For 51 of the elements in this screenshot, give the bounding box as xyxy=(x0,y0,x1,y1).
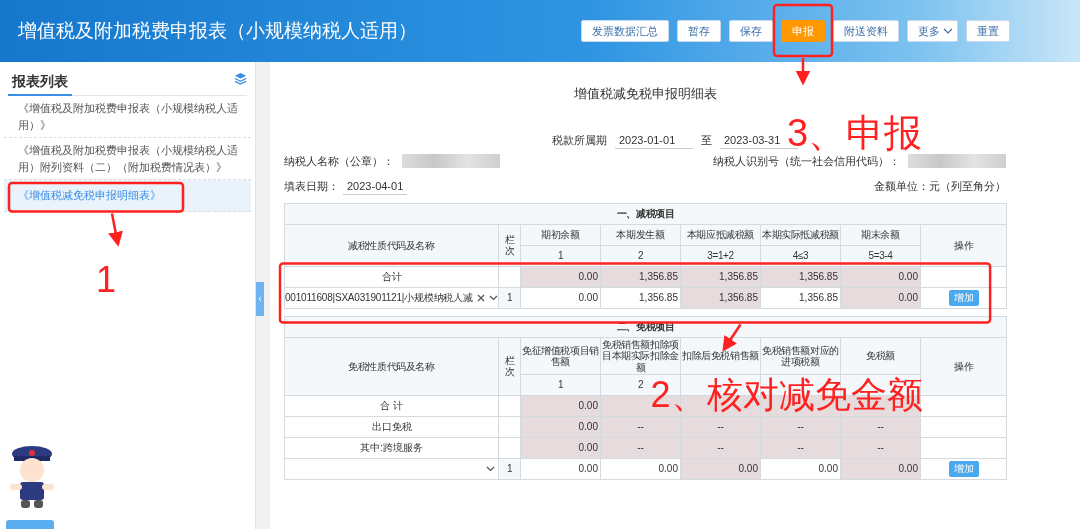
column-header: 免税性质代码及名称 xyxy=(284,337,499,396)
separator-text: 至 xyxy=(701,133,712,148)
amount-field[interactable]: 1,356.85 xyxy=(760,287,841,309)
sidebar-title: 报表列表 xyxy=(8,61,72,96)
amount-field[interactable]: 0.00 xyxy=(760,458,841,480)
date-field[interactable]: 2023-01-01 xyxy=(615,131,693,149)
column-header: 免税销售额对应的进项税额 xyxy=(760,337,841,375)
header-button[interactable]: 发票数据汇总 xyxy=(581,20,669,42)
caret-icon[interactable] xyxy=(486,466,495,472)
annotation-arrow xyxy=(722,323,742,352)
annotation-box xyxy=(772,3,834,58)
column-header: 免征增值税项目销售额 xyxy=(520,337,601,375)
header-button[interactable]: 重置 xyxy=(966,20,1010,42)
amount-field[interactable]: 1,356.85 xyxy=(600,287,681,309)
column-header: 栏次 xyxy=(504,355,515,378)
header-button[interactable]: 附送资料 xyxy=(833,20,899,42)
row-label: 其中:跨境服务 xyxy=(284,437,499,459)
clear-icon[interactable] xyxy=(476,294,485,302)
select-field[interactable] xyxy=(284,458,499,480)
annotation-text: 2、核对减免金额 xyxy=(650,376,923,413)
annotation-arrow xyxy=(108,213,123,247)
amount-field[interactable]: 0.00 xyxy=(520,287,601,309)
row-label: 合计 xyxy=(284,266,499,288)
annotation-arrow xyxy=(795,58,811,86)
field-label: 纳税人识别号（统一社会信用代码）： xyxy=(713,154,900,169)
amount-field[interactable]: 0.00 xyxy=(600,458,681,480)
column-header: 免税额 xyxy=(840,337,921,375)
column-header: 免税销售额扣除项目本期实际扣除金额 xyxy=(600,337,681,375)
layers-icon[interactable] xyxy=(234,72,247,85)
chevron-down-icon xyxy=(943,28,953,34)
header-button[interactable]: 暂存 xyxy=(677,20,721,42)
more-dropdown[interactable]: 更多 xyxy=(907,20,958,42)
row-label: 合 计 xyxy=(284,395,499,417)
page-title: 增值税及附加税费申报表（小规模纳税人适用） xyxy=(18,18,417,43)
field-label: 税款所属期 xyxy=(552,133,607,148)
select-value: 001011608|SXA031901121|小规模纳税人减 xyxy=(285,292,473,304)
field-label: 填表日期： xyxy=(284,179,339,194)
caret-icon[interactable] xyxy=(488,295,498,301)
sidebar-item[interactable]: 《增值税及附加税费申报表（小规模纳税人适用）》 xyxy=(4,96,251,138)
date-field[interactable]: 2023-04-01 xyxy=(343,177,408,195)
column-header: 操作 xyxy=(920,337,1007,396)
section-title: 一、减税项目 xyxy=(284,203,1007,225)
field-label: 纳税人名称（公章）： xyxy=(284,154,394,169)
amount-field[interactable]: 0.00 xyxy=(520,458,601,480)
column-header: 栏次 xyxy=(504,234,515,257)
annotation-text: 1 xyxy=(96,261,117,298)
header-button[interactable]: 保存 xyxy=(729,20,773,42)
unit-text: 金额单位：元（列至角分） xyxy=(874,179,1006,194)
form-title: 增值税减免税申报明细表 xyxy=(572,85,718,103)
row-label: 出口免税 xyxy=(284,416,499,438)
select-field[interactable]: 001011608|SXA031901121|小规模纳税人减 xyxy=(284,287,499,309)
